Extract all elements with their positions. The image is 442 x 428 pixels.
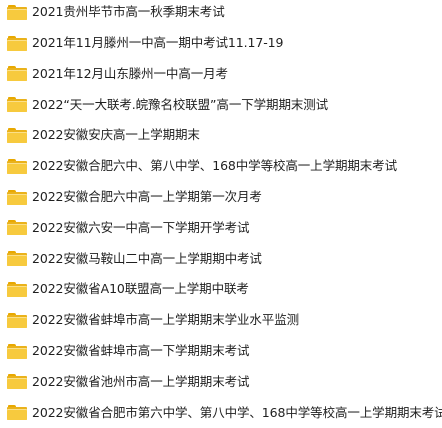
folder-name: 2022安徽省池州市高一上学期期末考试: [32, 373, 250, 389]
folder-name: 2022安徽合肥六中、第八中学、168中学等校高一上学期期末考试: [32, 158, 397, 174]
folder-icon: [7, 35, 27, 51]
folder-name: 2022安徽省蚌埠市高一上学期期末学业水平监测: [32, 312, 300, 328]
folder-item[interactable]: 2022安徽马鞍山二中高一上学期期中考试: [0, 243, 442, 274]
folder-item[interactable]: 2022安徽合肥六中高一上学期第一次月考: [0, 182, 442, 213]
folder-item[interactable]: 2022安徽省合肥市第六中学、第八中学、168中学等校高一上学期期末考试: [0, 397, 442, 428]
folder-item[interactable]: 2022安徽安庆高一上学期期末: [0, 120, 442, 151]
folder-name: 2022安徽省合肥市第六中学、第八中学、168中学等校高一上学期期末考试: [32, 404, 442, 420]
folder-name: 2022安徽六安一中高一下学期开学考试: [32, 219, 250, 235]
folder-icon: [7, 66, 27, 82]
folder-item[interactable]: 2022安徽省A10联盟高一上学期中联考: [0, 274, 442, 305]
folder-icon: [7, 282, 27, 298]
folder-name: 2022安徽省A10联盟高一上学期中联考: [32, 281, 249, 297]
folder-item[interactable]: 2021贵州毕节市高一秋季期末考试: [0, 0, 442, 28]
folder-item[interactable]: 2022安徽省池州市高一上学期期末考试: [0, 367, 442, 398]
folder-name: 2021年12月山东滕州一中高一月考: [32, 65, 228, 81]
folder-icon: [7, 220, 27, 236]
folder-icon: [7, 128, 27, 144]
folder-icon: [7, 158, 27, 174]
folder-name: 2022安徽合肥六中高一上学期第一次月考: [32, 188, 262, 204]
folder-icon: [7, 405, 27, 421]
folder-icon: [7, 343, 27, 359]
folder-icon: [7, 189, 27, 205]
folder-list: 2021贵州毕节市高一秋季期末考试 2021年11月滕州一中高一期中考试11.17…: [0, 0, 442, 428]
folder-icon: [7, 4, 27, 20]
folder-name: 2022“天一大联考.皖豫名校联盟”高一下学期期末测试: [32, 96, 329, 112]
folder-item[interactable]: 2021年12月山东滕州一中高一月考: [0, 59, 442, 90]
folder-icon: [7, 97, 27, 113]
folder-item[interactable]: 2022安徽六安一中高一下学期开学考试: [0, 213, 442, 244]
folder-name: 2021年11月滕州一中高一期中考试11.17-19: [32, 34, 284, 50]
folder-name: 2021贵州毕节市高一秋季期末考试: [32, 4, 225, 20]
folder-item[interactable]: 2021年11月滕州一中高一期中考试11.17-19: [0, 28, 442, 59]
folder-item[interactable]: 2022安徽合肥六中、第八中学、168中学等校高一上学期期末考试: [0, 151, 442, 182]
folder-name: 2022安徽安庆高一上学期期末: [32, 127, 200, 143]
folder-name: 2022安徽马鞍山二中高一上学期期中考试: [32, 250, 262, 266]
folder-icon: [7, 374, 27, 390]
folder-name: 2022安徽省蚌埠市高一下学期期末考试: [32, 342, 250, 358]
folder-item[interactable]: 2022“天一大联考.皖豫名校联盟”高一下学期期末测试: [0, 89, 442, 120]
folder-item[interactable]: 2022安徽省蚌埠市高一上学期期末学业水平监测: [0, 305, 442, 336]
folder-icon: [7, 312, 27, 328]
folder-icon: [7, 251, 27, 267]
folder-item[interactable]: 2022安徽省蚌埠市高一下学期期末考试: [0, 336, 442, 367]
